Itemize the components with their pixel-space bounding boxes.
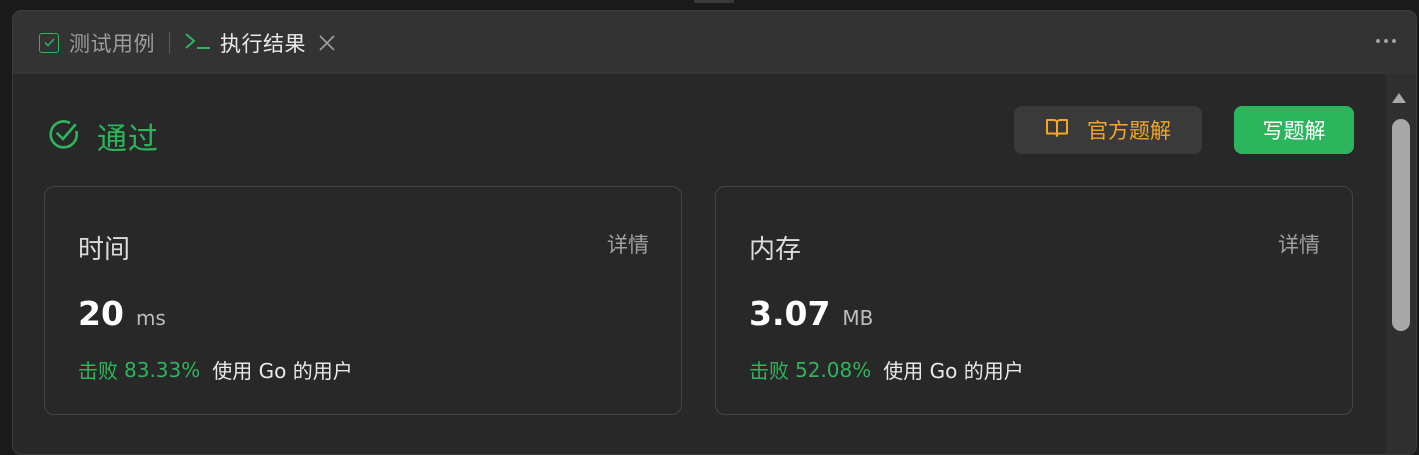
time-value-number: 20 [78, 294, 124, 333]
time-card-title: 时间 [78, 235, 131, 265]
time-beat-users: 使用 Go 的用户 [212, 359, 353, 383]
terminal-icon [184, 31, 212, 55]
time-detail-link[interactable]: 详情 [607, 229, 649, 259]
time-value-unit: ms [135, 306, 166, 330]
tab-test-cases[interactable]: 测试用例 [39, 28, 155, 58]
memory-value: 3.07 MB [749, 294, 873, 333]
tab-test-cases-label: 测试用例 [69, 31, 155, 56]
book-icon [1045, 117, 1087, 144]
time-card: 时间 详情 20 ms 击败 83.33% 使用 Go 的用户 [44, 186, 682, 415]
memory-card: 内存 详情 3.07 MB 击败 52.08% 使用 Go 的用户 [715, 186, 1353, 415]
close-icon[interactable] [318, 34, 336, 52]
checkbox-icon [39, 32, 59, 53]
tab-bar: 测试用例 执行结果 [13, 11, 1416, 74]
memory-beat-percent: 52.08% [795, 357, 872, 382]
more-icon[interactable] [1376, 39, 1396, 43]
write-solution-button[interactable]: 写题解 [1234, 106, 1354, 154]
scroll-up-icon[interactable] [1391, 89, 1407, 108]
official-solution-button[interactable]: 官方题解 [1014, 106, 1202, 154]
tab-result-label: 执行结果 [220, 31, 306, 56]
memory-value-number: 3.07 [749, 294, 831, 333]
tab-result[interactable]: 执行结果 [184, 28, 336, 58]
memory-detail-link[interactable]: 详情 [1278, 229, 1320, 259]
time-beat: 击败 83.33% 使用 Go 的用户 [78, 355, 353, 384]
memory-beat-users: 使用 Go 的用户 [883, 359, 1024, 383]
window-notch [694, 0, 734, 3]
status: 通过 [47, 114, 159, 158]
memory-beat: 击败 52.08% 使用 Go 的用户 [749, 355, 1024, 384]
time-value: 20 ms [78, 294, 166, 333]
result-panel: 测试用例 执行结果 通过 官方题解 写题解 时间 详情 20 ms 击败 83.… [12, 10, 1417, 455]
scrollbar-thumb[interactable] [1392, 119, 1410, 331]
tab-separator [169, 31, 170, 54]
memory-card-title: 内存 [749, 235, 802, 265]
time-beat-label: 击败 [78, 359, 118, 383]
check-circle-icon [47, 117, 81, 155]
memory-value-unit: MB [842, 306, 874, 330]
result-content: 通过 官方题解 写题解 时间 详情 20 ms 击败 83.33% 使用 Go … [13, 74, 1416, 454]
status-text: 通过 [97, 122, 159, 157]
memory-beat-label: 击败 [749, 359, 789, 383]
official-solution-label: 官方题解 [1087, 119, 1171, 143]
time-beat-percent: 83.33% [124, 357, 201, 382]
